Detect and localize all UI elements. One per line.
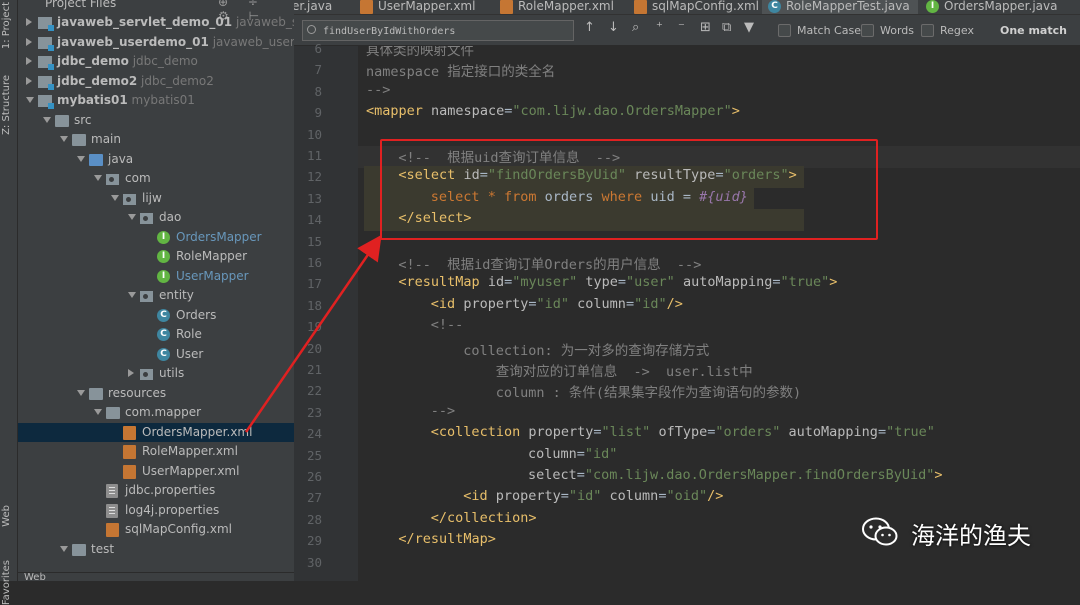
annotation-arrow [244, 234, 382, 433]
arrow-line [244, 234, 382, 433]
watermark-text: 海洋的渔夫 [911, 522, 1031, 550]
watermark: 海洋的渔夫 [862, 514, 1062, 554]
wechat-icon [862, 517, 898, 546]
